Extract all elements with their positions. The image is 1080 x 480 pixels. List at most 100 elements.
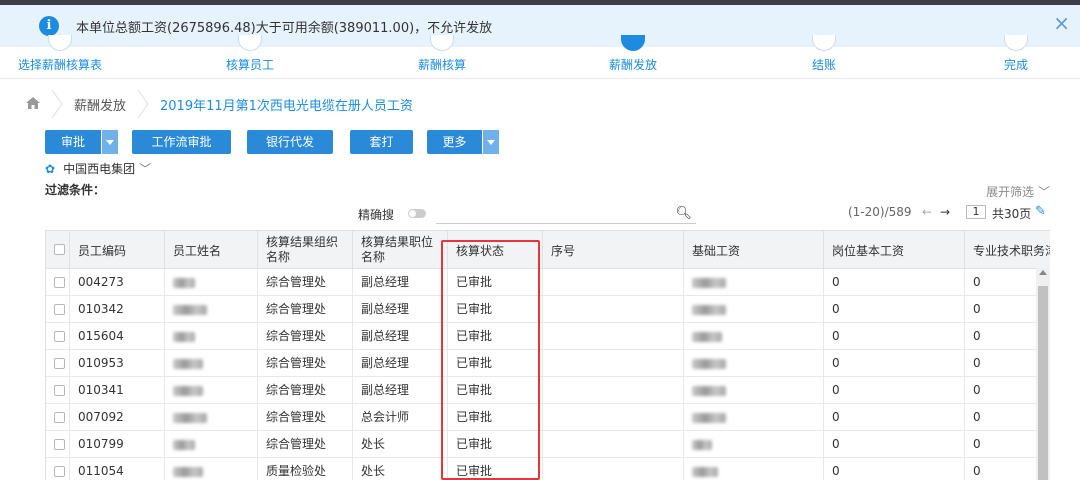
prev-page-icon[interactable]: ← xyxy=(922,205,932,219)
table-row[interactable]: 011054 质量检验处 处长 已审批 0 0 xyxy=(46,458,1036,480)
page-range: (1-20)/589 xyxy=(848,205,912,219)
col-header-status[interactable]: 核算状态 xyxy=(448,231,543,269)
seq-cell xyxy=(543,431,684,458)
col-header-position-name[interactable]: 核算结果职位名称 xyxy=(353,231,448,269)
employee-name-cell xyxy=(165,269,258,296)
status-cell: 已审批 xyxy=(448,404,543,431)
row-checkbox[interactable] xyxy=(54,466,65,477)
breadcrumb: 薪酬发放 2019年11月第1次西电光电缆在册人员工资 xyxy=(0,78,1080,126)
scrollbar-thumb[interactable] xyxy=(1038,286,1048,480)
more-button[interactable]: 更多 xyxy=(427,130,499,154)
redacted-name xyxy=(173,331,195,342)
salary-table: 员工编码 员工姓名 核算结果组织名称 核算结果职位名称 核算状态 序号 基础工资… xyxy=(45,230,1050,480)
bank-pay-button[interactable]: 银行代发 xyxy=(247,130,333,154)
row-checkbox[interactable] xyxy=(54,439,65,450)
col-header-post-base-salary[interactable]: 岗位基本工资 xyxy=(824,231,965,269)
table-row[interactable]: 004273 综合管理处 副总经理 已审批 0 0 xyxy=(46,269,1036,296)
search-icon[interactable]: 🔍︎ xyxy=(675,206,692,221)
expand-filter-link[interactable]: 展开筛选 ﹀ xyxy=(986,183,1050,200)
edit-icon[interactable]: ✎ xyxy=(1035,204,1046,219)
step-label: 结账 xyxy=(811,58,836,72)
step-dot xyxy=(48,35,72,51)
col-header-seq[interactable]: 序号 xyxy=(543,231,684,269)
base-salary-cell xyxy=(684,404,824,431)
base-salary-cell xyxy=(684,350,824,377)
row-checkbox[interactable] xyxy=(54,277,65,288)
position-name-cell: 处长 xyxy=(353,431,448,458)
table-row[interactable]: 010799 综合管理处 处长 已审批 0 0 xyxy=(46,431,1036,458)
org-name-cell: 综合管理处 xyxy=(258,323,353,350)
exact-search-toggle[interactable] xyxy=(408,209,426,218)
post-base-salary-cell: 0 xyxy=(824,377,965,404)
row-checkbox[interactable] xyxy=(54,358,65,369)
redacted-name xyxy=(173,439,195,450)
position-name-cell: 副总经理 xyxy=(353,323,448,350)
col-header-employee-code[interactable]: 员工编码 xyxy=(70,231,165,269)
employee-code-cell: 007092 xyxy=(70,404,165,431)
table-row[interactable]: 007092 综合管理处 总会计师 已审批 0 0 xyxy=(46,404,1036,431)
row-select-cell xyxy=(46,269,70,296)
position-name-cell: 副总经理 xyxy=(353,377,448,404)
select-all-checkbox[interactable] xyxy=(54,244,65,255)
row-checkbox[interactable] xyxy=(54,331,65,342)
employee-code-cell: 004273 xyxy=(70,269,165,296)
seq-cell xyxy=(543,323,684,350)
table-row[interactable]: 010341 综合管理处 副总经理 已审批 0 0 xyxy=(46,377,1036,404)
seq-cell xyxy=(543,269,684,296)
position-name-cell: 副总经理 xyxy=(353,350,448,377)
base-salary-cell xyxy=(684,269,824,296)
row-checkbox[interactable] xyxy=(54,304,65,315)
position-name-cell: 总会计师 xyxy=(353,404,448,431)
row-checkbox[interactable] xyxy=(54,412,65,423)
seq-cell xyxy=(543,404,684,431)
chevron-down-icon[interactable] xyxy=(482,130,499,154)
redacted-name xyxy=(173,385,203,396)
base-salary-cell xyxy=(684,458,824,480)
row-select-cell xyxy=(46,350,70,377)
col-header-base-salary[interactable]: 基础工资 xyxy=(684,231,824,269)
search-input[interactable]: 🔍︎ xyxy=(436,206,696,224)
post-base-salary-cell: 0 xyxy=(824,350,965,377)
status-cell: 已审批 xyxy=(448,377,543,404)
seq-cell xyxy=(543,377,684,404)
workflow-approve-button[interactable]: 工作流审批 xyxy=(132,130,231,154)
close-icon[interactable]: × xyxy=(1053,11,1070,35)
expand-filter-label: 展开筛选 xyxy=(986,185,1035,199)
col-header-employee-name[interactable]: 员工姓名 xyxy=(165,231,258,269)
col-header-tech-allowance[interactable]: 专业技术职务津 xyxy=(965,231,1050,269)
breadcrumb-item-salary-payment[interactable]: 薪酬发放 xyxy=(74,95,126,114)
col-header-org-name[interactable]: 核算结果组织名称 xyxy=(258,231,353,269)
info-icon: i xyxy=(39,16,59,36)
home-icon[interactable] xyxy=(26,97,40,109)
row-checkbox[interactable] xyxy=(54,385,65,396)
step-label: 薪酬核算 xyxy=(417,58,466,72)
table-row[interactable]: 010342 综合管理处 副总经理 已审批 0 0 xyxy=(46,296,1036,323)
next-page-icon[interactable]: → xyxy=(940,205,950,219)
status-cell: 已审批 xyxy=(448,350,543,377)
status-cell: 已审批 xyxy=(448,458,543,480)
page-total: 共30页 xyxy=(992,207,1032,221)
print-button[interactable]: 套打 xyxy=(350,130,413,154)
scroll-up-icon[interactable] xyxy=(1039,270,1047,275)
select-all-cell xyxy=(46,231,70,269)
table-scrollbar[interactable] xyxy=(1036,268,1050,480)
row-select-cell xyxy=(46,431,70,458)
base-salary-cell xyxy=(684,377,824,404)
seq-cell xyxy=(543,458,684,480)
org-name: 中国西电集团 xyxy=(63,162,136,176)
breadcrumb-separator-icon xyxy=(51,89,63,119)
step-progress: 选择薪酬核算表 核算员工 薪酬核算 薪酬发放 结账 完成 xyxy=(0,35,1080,77)
org-selector[interactable]: ✿ 中国西电集团 ﹀ xyxy=(45,160,151,177)
status-cell: 已审批 xyxy=(448,431,543,458)
step-dot xyxy=(1004,35,1028,51)
table-row[interactable]: 015604 综合管理处 副总经理 已审批 0 0 xyxy=(46,323,1036,350)
step-dot xyxy=(812,35,836,51)
approve-button[interactable]: 审批 xyxy=(45,130,118,154)
page-number-input[interactable]: 1 xyxy=(966,205,986,219)
table-row[interactable]: 010953 综合管理处 副总经理 已审批 0 0 xyxy=(46,350,1036,377)
redacted-salary xyxy=(692,412,726,423)
chevron-down-icon[interactable] xyxy=(101,130,118,154)
org-name-cell: 综合管理处 xyxy=(258,431,353,458)
alert-message: 本单位总额工资(2675896.48)大于可用余额(389011.00)，不允许… xyxy=(76,21,493,36)
org-name-cell: 综合管理处 xyxy=(258,404,353,431)
